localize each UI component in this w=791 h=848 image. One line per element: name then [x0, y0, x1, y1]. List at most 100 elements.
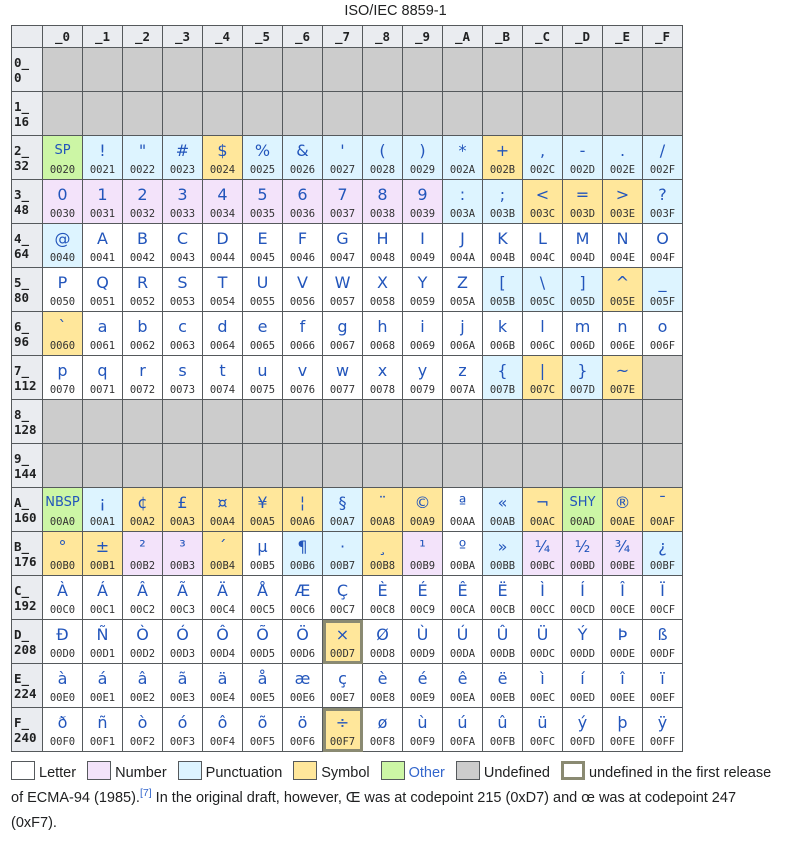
char-cell[interactable] [482, 399, 523, 444]
char-cell[interactable]: Ø 00D8 [362, 619, 403, 664]
char-cell[interactable]: ÿ 00FF [642, 707, 683, 752]
char-cell[interactable]: ° 00B0 [42, 531, 83, 576]
char-cell[interactable] [122, 443, 163, 488]
char-cell[interactable]: Ì 00CC [522, 575, 563, 620]
char-cell[interactable]: +002B [482, 135, 523, 180]
char-cell[interactable]: Æ 00C6 [282, 575, 323, 620]
char-cell[interactable] [42, 443, 83, 488]
char-cell[interactable]: b 0062 [122, 311, 163, 356]
char-cell[interactable]: U 0055 [242, 267, 283, 312]
char-cell[interactable]: £00A3 [162, 487, 203, 532]
char-cell[interactable]: . 002E [602, 135, 643, 180]
char-cell[interactable] [482, 91, 523, 136]
char-cell[interactable]: #0023 [162, 135, 203, 180]
char-cell[interactable]: ¼ 00BC [522, 531, 563, 576]
char-cell[interactable]: Ê 00CA [442, 575, 483, 620]
char-cell[interactable]: ô 00F4 [202, 707, 243, 752]
char-cell[interactable]: x 0078 [362, 355, 403, 400]
char-cell[interactable]: R 0052 [122, 267, 163, 312]
char-cell[interactable] [442, 399, 483, 444]
char-cell[interactable] [522, 91, 563, 136]
char-cell[interactable]: r 0072 [122, 355, 163, 400]
char-cell[interactable]: = 003D [562, 179, 603, 224]
char-cell[interactable]: ² 00B2 [122, 531, 163, 576]
char-cell[interactable]: î 00EE [602, 663, 643, 708]
char-cell[interactable]: Ô 00D4 [202, 619, 243, 664]
char-cell[interactable]: ì 00EC [522, 663, 563, 708]
char-cell[interactable]: Î 00CE [602, 575, 643, 620]
char-cell[interactable]: ; 003B [482, 179, 523, 224]
char-cell[interactable]: å 00E5 [242, 663, 283, 708]
char-cell[interactable]: Ä 00C4 [202, 575, 243, 620]
legend-label[interactable]: Other [409, 765, 445, 781]
char-cell[interactable]: (0028 [362, 135, 403, 180]
char-cell[interactable]: ¢ 00A2 [122, 487, 163, 532]
char-cell[interactable] [402, 399, 443, 444]
char-cell[interactable] [402, 91, 443, 136]
char-cell[interactable]: [005B [482, 267, 523, 312]
char-cell[interactable]: 4 0034 [202, 179, 243, 224]
char-cell[interactable]: ø 00F8 [362, 707, 403, 752]
char-cell[interactable] [482, 443, 523, 488]
char-cell[interactable]: >003E [602, 179, 643, 224]
char-cell[interactable]: Í 00CD [562, 575, 603, 620]
char-cell[interactable] [82, 443, 123, 488]
char-cell[interactable] [362, 47, 403, 92]
char-cell[interactable]: í 00ED [562, 663, 603, 708]
char-cell[interactable] [322, 443, 363, 488]
char-cell[interactable] [562, 91, 603, 136]
char-cell[interactable] [602, 399, 643, 444]
char-cell[interactable]: y 0079 [402, 355, 443, 400]
char-cell[interactable]: <003C [522, 179, 563, 224]
char-cell[interactable]: Þ 00DE [602, 619, 643, 664]
char-cell[interactable]: Ò 00D2 [122, 619, 163, 664]
char-cell[interactable]: / 002F [642, 135, 683, 180]
char-cell[interactable] [522, 443, 563, 488]
char-cell[interactable]: Ó 00D3 [162, 619, 203, 664]
char-cell[interactable]: } 007D [562, 355, 603, 400]
char-cell[interactable] [362, 443, 403, 488]
char-cell[interactable]: ó 00F3 [162, 707, 203, 752]
char-cell[interactable]: - 002D [562, 135, 603, 180]
char-cell[interactable]: E 0045 [242, 223, 283, 268]
char-cell[interactable]: É 00C9 [402, 575, 443, 620]
char-cell[interactable] [242, 47, 283, 92]
char-cell[interactable] [642, 443, 683, 488]
char-cell[interactable]: Ë 00CB [482, 575, 523, 620]
char-cell[interactable]: ¦ 00A6 [282, 487, 323, 532]
char-cell[interactable]: I 0049 [402, 223, 443, 268]
char-cell[interactable]: ` 0060 [42, 311, 83, 356]
char-cell[interactable] [322, 399, 363, 444]
char-cell[interactable]: Â 00C2 [122, 575, 163, 620]
char-cell[interactable] [202, 399, 243, 444]
char-cell[interactable]: « 00AB [482, 487, 523, 532]
char-cell[interactable]: p 0070 [42, 355, 83, 400]
char-cell[interactable]: i 0069 [402, 311, 443, 356]
char-cell[interactable] [162, 47, 203, 92]
char-cell[interactable] [82, 399, 123, 444]
char-cell[interactable]: n 006E [602, 311, 643, 356]
char-cell[interactable] [202, 47, 243, 92]
char-cell[interactable]: % 0025 [242, 135, 283, 180]
char-cell[interactable]: $0024 [202, 135, 243, 180]
char-cell[interactable]: Y 0059 [402, 267, 443, 312]
char-cell[interactable]: ý 00FD [562, 707, 603, 752]
char-cell[interactable]: ã 00E3 [162, 663, 203, 708]
char-cell[interactable]: õ 00F5 [242, 707, 283, 752]
char-cell[interactable]: N 004E [602, 223, 643, 268]
char-cell[interactable]: à 00E0 [42, 663, 83, 708]
char-cell[interactable]: J 004A [442, 223, 483, 268]
char-cell[interactable]: 7 0037 [322, 179, 363, 224]
char-cell[interactable]: g 0067 [322, 311, 363, 356]
char-cell[interactable]: v 0076 [282, 355, 323, 400]
char-cell[interactable] [82, 91, 123, 136]
char-cell[interactable]: Á 00C1 [82, 575, 123, 620]
char-cell[interactable] [82, 47, 123, 92]
char-cell[interactable]: m 006D [562, 311, 603, 356]
char-cell[interactable] [122, 47, 163, 92]
char-cell[interactable] [242, 399, 283, 444]
char-cell[interactable]: Ý 00DD [562, 619, 603, 664]
char-cell[interactable]: 1 0031 [82, 179, 123, 224]
legend-item-other[interactable]: Other [380, 761, 445, 781]
char-cell[interactable]: ^ 005E [602, 267, 643, 312]
